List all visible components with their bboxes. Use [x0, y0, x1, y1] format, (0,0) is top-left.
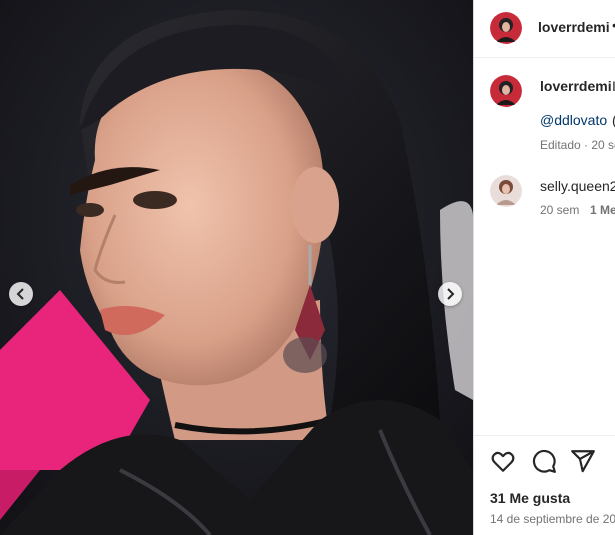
author-avatar[interactable]	[490, 12, 522, 44]
share-button[interactable]	[570, 448, 596, 474]
comment-icon	[532, 449, 556, 473]
header-username[interactable]: loverrdemi	[538, 19, 610, 35]
mention-link[interactable]: @ddlovato	[540, 112, 607, 128]
comment-avatar[interactable]	[490, 175, 522, 207]
comment-username[interactable]: selly.queen2	[540, 178, 615, 194]
post-photo[interactable]	[0, 0, 473, 535]
avatar-image	[490, 75, 522, 107]
next-photo-button[interactable]	[438, 282, 462, 306]
comment-time: 20 sem	[540, 203, 580, 217]
header-divider	[474, 57, 615, 58]
avatar-image	[490, 175, 522, 207]
comment-likes[interactable]: 1 Me	[590, 203, 615, 217]
post-side-panel: loverrdemi • loverrdemi I @ddlovato ( Ed…	[473, 0, 615, 535]
like-button[interactable]	[490, 448, 516, 474]
post-image	[0, 0, 473, 535]
chevron-right-icon	[447, 288, 455, 300]
caption-meta: Editado · 20 se	[540, 138, 615, 152]
share-icon	[571, 450, 595, 473]
previous-photo-button[interactable]	[9, 282, 33, 306]
caption-avatar[interactable]	[490, 75, 522, 107]
caption-username[interactable]: loverrdemi	[540, 78, 612, 94]
heart-icon	[491, 451, 515, 472]
comment-button[interactable]	[531, 448, 557, 474]
actions-divider	[474, 435, 615, 436]
chevron-left-icon	[16, 288, 24, 300]
likes-count[interactable]: 31 Me gusta	[490, 490, 570, 506]
avatar-image	[490, 12, 522, 44]
post-date: 14 de septiembre de 20	[490, 512, 615, 526]
